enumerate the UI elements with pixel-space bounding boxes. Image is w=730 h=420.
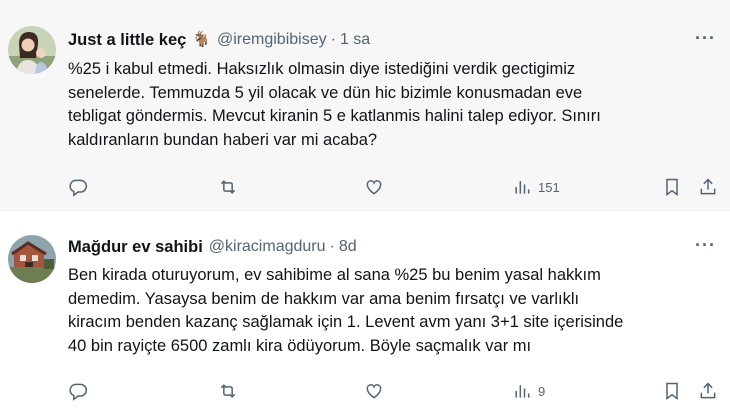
- bookmark-icon: [666, 382, 678, 400]
- bookmark-icon: [666, 178, 678, 196]
- reply-button[interactable]: [68, 379, 88, 403]
- tweet-text-line: tebligat göndermis. Mevcut kiranin 5 e k…: [68, 107, 601, 125]
- reply-button[interactable]: [68, 175, 88, 199]
- user-handle[interactable]: @kiracimagduru: [209, 237, 326, 257]
- display-name[interactable]: Just a little keç: [68, 30, 186, 50]
- share-icon: [700, 178, 716, 195]
- display-name[interactable]: Mağdur ev sahibi: [68, 237, 203, 257]
- tweet-text-line: demedim. Yasaysa benim de hakkım var ama…: [68, 289, 580, 308]
- tweet-text-line: kaldıranların bundan haberi var mi acaba…: [68, 130, 378, 149]
- bookmark-button[interactable]: [662, 379, 682, 403]
- separator: ·: [329, 238, 335, 255]
- tweet[interactable]: Just a little keç 🐐 @iremgibibisey · 1 s…: [0, 0, 730, 211]
- tweet-actions: 9: [68, 379, 716, 403]
- more-options-icon[interactable]: ···: [695, 28, 716, 49]
- views-count: 151: [538, 179, 560, 195]
- views-count: 9: [538, 383, 546, 399]
- user-handle[interactable]: @iremgibibisey: [217, 30, 327, 50]
- separator: ·: [330, 31, 336, 48]
- tweet-text-line: %25 i kabul etmedi. Haksızlık olmasin di…: [68, 60, 576, 78]
- like-icon: [366, 384, 382, 399]
- reply-icon: [69, 179, 88, 197]
- share-icon: [700, 382, 716, 399]
- tweet-header: Just a little keç 🐐 @iremgibibisey · 1 s…: [68, 30, 370, 50]
- avatar[interactable]: [8, 26, 56, 74]
- tweet-text-line: kiracım benden kazanç sağlamak için 1. L…: [68, 313, 624, 331]
- retweet-button[interactable]: [218, 379, 238, 403]
- tweet-text: Ben kirada oturuyorum, ev sahibime al sa…: [68, 264, 708, 358]
- retweet-icon: [220, 180, 236, 194]
- views-button[interactable]: 151: [512, 175, 560, 199]
- reply-icon: [69, 383, 88, 401]
- tweet-actions: 151: [68, 175, 716, 199]
- like-button[interactable]: [364, 379, 384, 403]
- tweet-text-line: Ben kirada oturuyorum, ev sahibime al sa…: [68, 266, 601, 284]
- tweet-text-line: senelerde. Temmuzda 5 yil olacak ve dün …: [68, 83, 583, 102]
- tweet-text: %25 i kabul etmedi. Haksızlık olmasin di…: [68, 58, 708, 152]
- timestamp[interactable]: 8d: [339, 237, 357, 257]
- like-button[interactable]: [364, 175, 384, 199]
- tweet[interactable]: Mağdur ev sahibi @kiracimagduru · 8d ···…: [0, 211, 730, 420]
- timestamp[interactable]: 1 sa: [340, 30, 370, 50]
- more-options-icon[interactable]: ···: [695, 235, 716, 256]
- views-button[interactable]: 9: [512, 379, 545, 403]
- bookmark-button[interactable]: [662, 175, 682, 199]
- views-icon: [515, 181, 530, 194]
- goat-emoji-icon: 🐐: [192, 31, 211, 48]
- tweet-text-line: 40 bin rayiçte 6500 zamlı kira ödüyorum.…: [68, 336, 532, 355]
- views-icon: [515, 385, 530, 398]
- retweet-button[interactable]: [218, 175, 238, 199]
- avatar[interactable]: [8, 235, 56, 283]
- like-icon: [366, 180, 382, 195]
- share-button[interactable]: [698, 379, 718, 403]
- share-button[interactable]: [698, 175, 718, 199]
- tweet-header: Mağdur ev sahibi @kiracimagduru · 8d: [68, 237, 357, 257]
- retweet-icon: [220, 384, 236, 398]
